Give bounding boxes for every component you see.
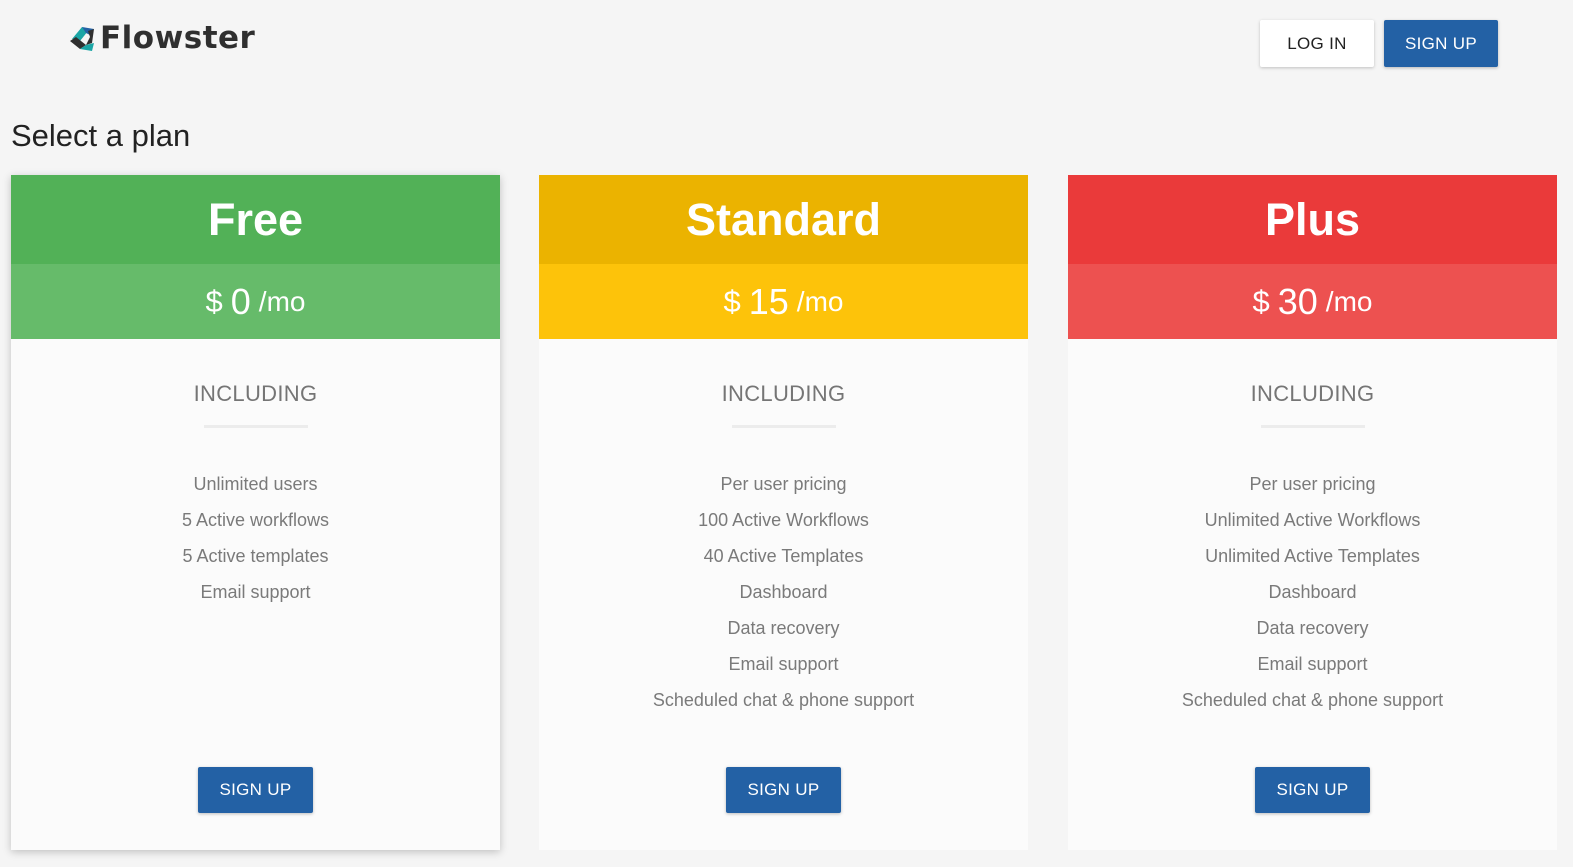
flowster-logo-icon bbox=[70, 27, 94, 51]
feature-item: Data recovery bbox=[1256, 618, 1369, 638]
plan-card-free: Free $ 0 /mo INCLUDING Unlimited users 5… bbox=[11, 175, 500, 850]
price-amount: 30 bbox=[1277, 280, 1318, 322]
plan-header: Standard bbox=[539, 175, 1028, 264]
currency-symbol: $ bbox=[205, 283, 223, 319]
logo-wordmark: Flowster bbox=[100, 20, 256, 56]
price-period: /mo bbox=[796, 285, 844, 317]
feature-item: Email support bbox=[1257, 654, 1368, 674]
including-label: INCLUDING bbox=[1250, 381, 1375, 406]
divider bbox=[1260, 425, 1365, 428]
plan-header: Plus bbox=[1068, 175, 1557, 264]
price-amount: 0 bbox=[230, 280, 251, 322]
feature-item: 40 Active Templates bbox=[703, 546, 864, 566]
plan-price: $ 15 /mo bbox=[539, 264, 1028, 339]
feature-item: 100 Active Workflows bbox=[698, 510, 869, 530]
signup-standard-button[interactable]: SIGN UP bbox=[726, 767, 841, 813]
feature-item: Per user pricing bbox=[720, 474, 847, 494]
plan-price: $ 0 /mo bbox=[11, 264, 500, 339]
login-button[interactable]: LOG IN bbox=[1260, 20, 1374, 67]
currency-symbol: $ bbox=[1252, 283, 1270, 319]
divider bbox=[731, 425, 836, 428]
plan-header: Free bbox=[11, 175, 500, 264]
feature-item: Email support bbox=[728, 654, 839, 674]
feature-item: Per user pricing bbox=[1249, 474, 1376, 494]
currency-symbol: $ bbox=[723, 283, 741, 319]
plan-price: $ 30 /mo bbox=[1068, 264, 1557, 339]
feature-item: Unlimited Active Workflows bbox=[1204, 510, 1421, 530]
including-label: INCLUDING bbox=[721, 381, 846, 406]
top-header: Flowster LOG IN SIGN UP bbox=[0, 0, 1573, 90]
plan-name: Plus bbox=[1264, 193, 1361, 245]
signup-plus-button[interactable]: SIGN UP bbox=[1255, 767, 1370, 813]
price-period: /mo bbox=[258, 285, 306, 317]
feature-item: Unlimited Active Templates bbox=[1205, 546, 1420, 566]
plan-name: Standard bbox=[685, 193, 882, 245]
page-title: Select a plan bbox=[11, 118, 191, 153]
signup-free-button[interactable]: SIGN UP bbox=[198, 767, 313, 813]
feature-list: Per user pricing Unlimited Active Workfl… bbox=[1068, 466, 1557, 718]
feature-list: Unlimited users 5 Active workflows 5 Act… bbox=[11, 466, 500, 610]
feature-list: Per user pricing 100 Active Workflows 40… bbox=[539, 466, 1028, 718]
divider bbox=[203, 425, 308, 428]
feature-item: Scheduled chat & phone support bbox=[1181, 690, 1444, 710]
flowster-logo[interactable]: Flowster bbox=[66, 18, 255, 58]
feature-item: Dashboard bbox=[739, 582, 828, 602]
including-label: INCLUDING bbox=[193, 381, 318, 406]
price-period: /mo bbox=[1325, 285, 1373, 317]
header-signup-button[interactable]: SIGN UP bbox=[1384, 20, 1498, 67]
feature-item: Dashboard bbox=[1268, 582, 1357, 602]
feature-item: Data recovery bbox=[727, 618, 840, 638]
feature-item: Unlimited users bbox=[193, 474, 318, 494]
feature-item: Scheduled chat & phone support bbox=[652, 690, 915, 710]
feature-item: 5 Active templates bbox=[182, 546, 329, 566]
plan-name: Free bbox=[207, 193, 304, 245]
feature-item: 5 Active workflows bbox=[181, 510, 330, 530]
plan-card-plus: Plus $ 30 /mo INCLUDING Per user pricing… bbox=[1068, 175, 1557, 850]
price-amount: 15 bbox=[748, 280, 789, 322]
feature-item: Email support bbox=[200, 582, 311, 602]
plan-card-standard: Standard $ 15 /mo INCLUDING Per user pri… bbox=[539, 175, 1028, 850]
